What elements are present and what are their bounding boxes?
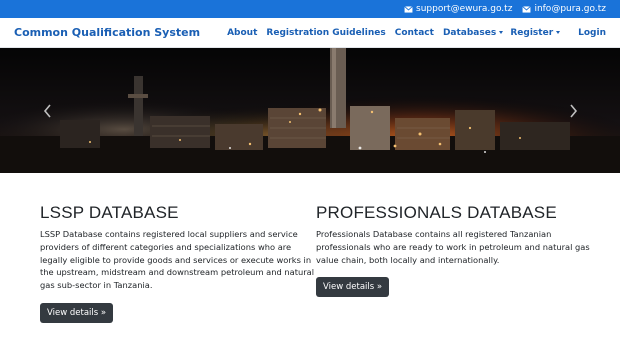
carousel-prev-button[interactable] xyxy=(37,101,57,121)
nav-about[interactable]: About xyxy=(227,28,257,38)
professionals-description: Professionals Database contains all regi… xyxy=(316,229,590,265)
chevron-left-icon xyxy=(43,103,51,118)
register-label: Register xyxy=(510,27,554,38)
hero-carousel xyxy=(0,48,620,173)
envelope-icon xyxy=(522,5,532,13)
info-email-link[interactable]: info@pura.go.tz xyxy=(522,4,606,14)
account-nav: Register Login xyxy=(510,28,606,38)
lssp-title: LSSP DATABASE xyxy=(40,203,179,222)
support-email-link[interactable]: support@ewura.go.tz xyxy=(404,4,512,14)
envelope-icon xyxy=(404,5,413,13)
lssp-view-details-button[interactable]: View details » xyxy=(40,302,114,323)
info-email-label: info@pura.go.tz xyxy=(534,4,606,14)
refinery-night-image xyxy=(0,48,620,173)
professionals-title: PROFESSIONALS DATABASE xyxy=(316,203,557,222)
primary-nav: About Registration Guidelines Contact Da… xyxy=(227,27,504,38)
professionals-view-details-button[interactable]: View details » xyxy=(316,277,390,298)
main-navbar: Common Qualification System About Regist… xyxy=(0,18,620,48)
database-sections: LSSP DATABASE LSSP Database contains reg… xyxy=(0,173,620,323)
login-link[interactable]: Login xyxy=(578,28,606,38)
top-contact-bar: support@ewura.go.tz info@pura.go.tz xyxy=(0,0,620,18)
brand-link[interactable]: Common Qualification System xyxy=(14,26,200,39)
nav-contact[interactable]: Contact xyxy=(395,28,434,38)
lssp-section: LSSP DATABASE LSSP Database contains reg… xyxy=(40,203,316,323)
caret-down-icon xyxy=(499,31,504,34)
nav-databases-label: Databases xyxy=(442,27,497,38)
nav-databases-dropdown[interactable]: Databases xyxy=(442,27,504,38)
lssp-description: LSSP Database contains registered local … xyxy=(40,229,315,291)
nav-registration-guidelines[interactable]: Registration Guidelines xyxy=(266,28,385,38)
professionals-section: PROFESSIONALS DATABASE Professionals Dat… xyxy=(316,203,606,323)
carousel-next-button[interactable] xyxy=(563,101,583,121)
chevron-right-icon xyxy=(569,103,577,118)
support-email-label: support@ewura.go.tz xyxy=(416,4,513,14)
caret-down-icon xyxy=(556,31,561,34)
register-dropdown[interactable]: Register xyxy=(510,27,561,38)
